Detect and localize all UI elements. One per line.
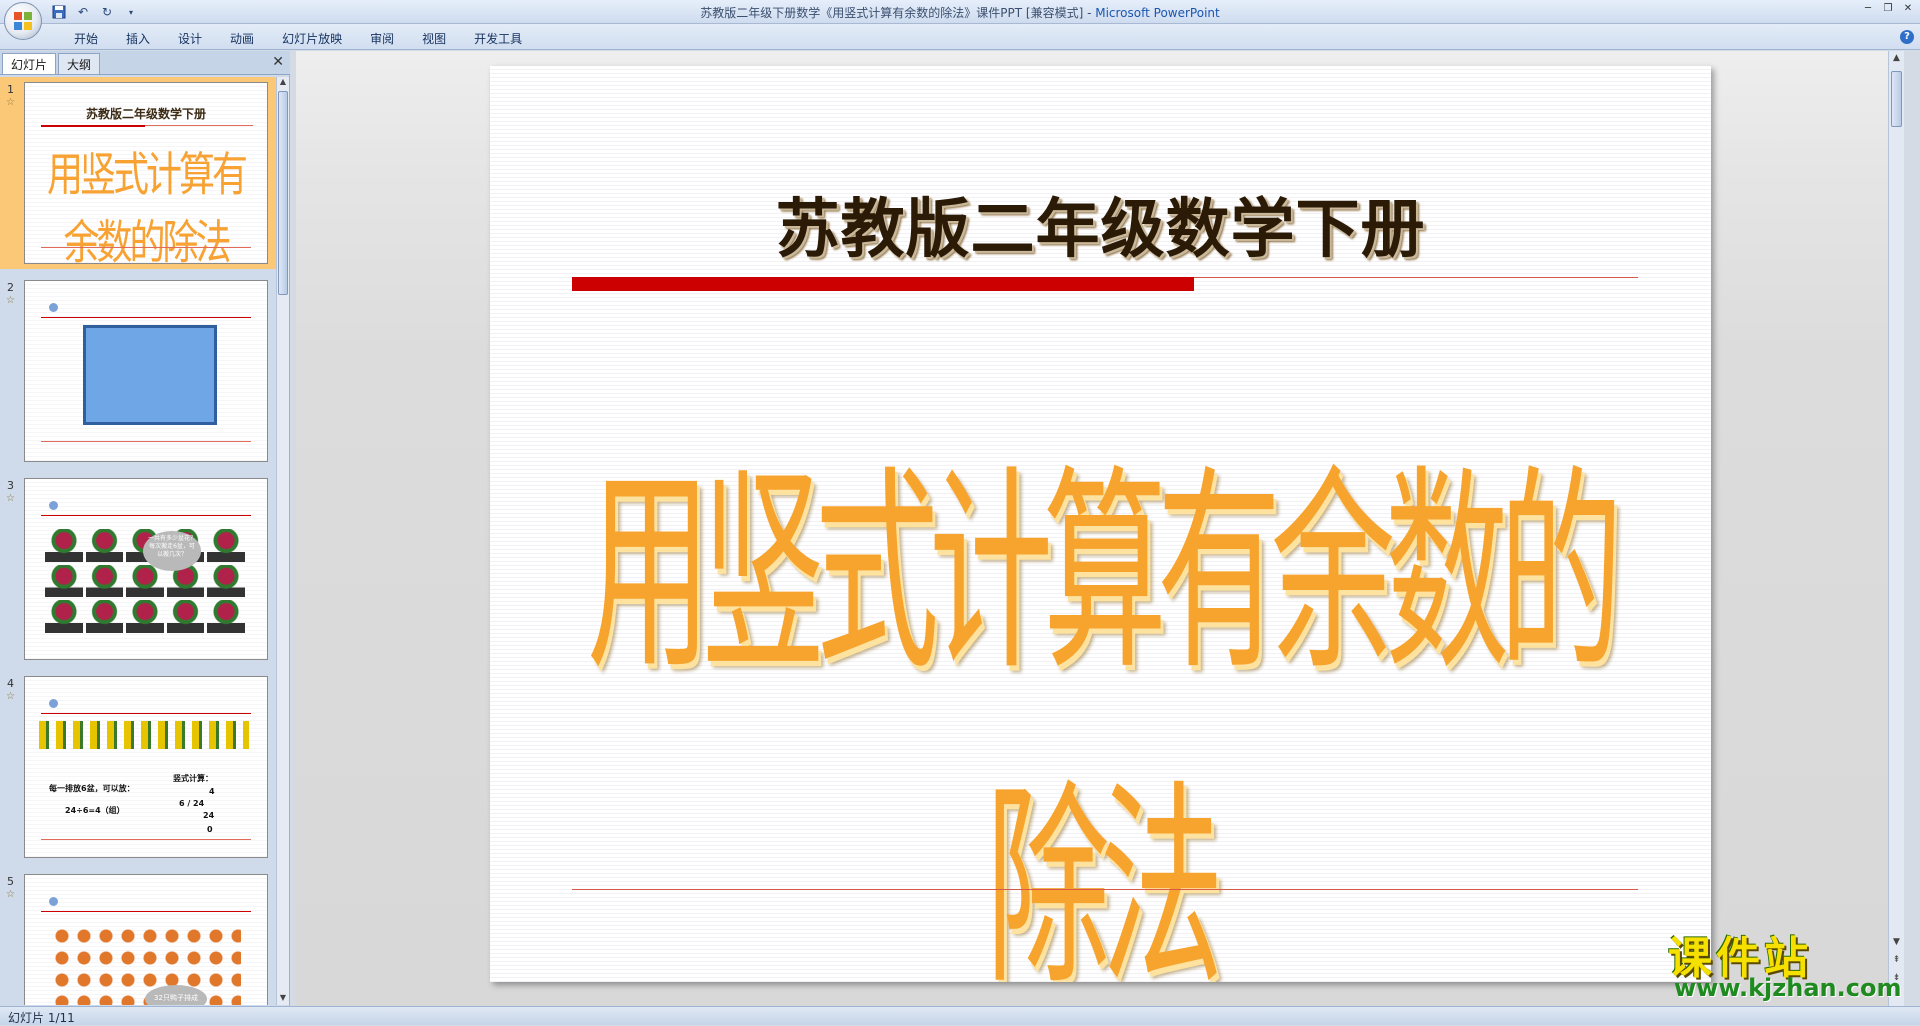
office-logo-icon [14,12,32,30]
divider [41,713,251,714]
thumbnail-text: 4 [209,787,215,796]
thumbnail-scrollbar[interactable]: ▲ ▼ [276,77,289,1005]
slide-main-heading[interactable]: 用竖式计算有余数的除法 [585,396,1623,983]
restore-icon[interactable]: ❐ [1880,2,1896,16]
tab-animations[interactable]: 动画 [216,28,268,49]
slide-thumbnail-2[interactable] [24,280,268,462]
status-bar: 幻灯片 1/11 [0,1006,1920,1025]
divider [41,441,251,442]
blue-board-image [83,325,217,425]
bottom-divider [572,889,1638,890]
thumbnail-title: 苏教版二年级数学下册 [85,107,206,121]
slide-title[interactable]: 苏教版二年级数学下册 [490,178,1711,270]
window-title-app: Microsoft PowerPoint [1095,6,1220,20]
window-title-text: 苏教版二年级下册数学《用竖式计算有余数的除法》课件PPT [兼容模式] - [700,6,1096,20]
help-icon[interactable]: ? [1900,30,1914,44]
thumbnail-heading-icon [49,699,61,708]
minimize-icon[interactable]: ─ [1860,2,1876,16]
slide-thumbnail-5[interactable]: 32只鸭子排成 [24,874,268,1005]
close-icon[interactable]: ✕ [272,54,284,70]
thumbnail-row-5[interactable]: 5 ☆ 32只鸭子排成 [0,869,276,1005]
thumbnail-number: 3 [7,479,14,492]
thumbnail-text: 0 [207,825,213,834]
divider [41,247,251,248]
slide-scrollbar[interactable]: ▲ ▼ ⇞ ⇟ [1888,51,1904,1006]
scroll-thumb[interactable] [278,91,288,295]
thumbnail-row-2[interactable]: 2 ☆ [0,275,276,467]
slide-thumbnail-3[interactable]: 一共有多少盆花？每次搬走6盆，可以搬几次？ [24,478,268,660]
tab-home[interactable]: 开始 [60,28,112,49]
title-red-bar [572,277,1194,291]
tab-view[interactable]: 视图 [408,28,460,49]
divider [41,317,251,318]
thumbnail-heading-icon [49,501,61,510]
thumbnail-heading: 用竖式计算有余数的除法 [46,149,248,264]
thumbnail-number: 4 [7,677,14,690]
scroll-up-icon[interactable]: ▲ [1891,53,1902,63]
divider [41,125,145,127]
pane-tabs: 幻灯片 大纲 ✕ [0,51,290,75]
thumbnail-row-4[interactable]: 4 ☆ 每一排放6盆，可以放： 24÷6=4（组） 竖式计算： 4 6 / 24… [0,671,276,863]
slide-counter: 幻灯片 1/11 [8,1011,75,1025]
tab-slideshow[interactable]: 幻灯片放映 [268,28,356,49]
tab-review[interactable]: 审阅 [356,28,408,49]
tab-slides[interactable]: 幻灯片 [2,53,57,74]
watermark-url: www.kjzhan.com [1674,974,1902,1002]
thumbnail-text: 竖式计算： [173,774,213,783]
slide-editor: 苏教版二年级数学下册 用竖式计算有余数的除法 ▲ ▼ ⇞ ⇟ [296,51,1904,1006]
ribbon-tabs: 开始 插入 设计 动画 幻灯片放映 审阅 视图 开发工具 [60,28,536,49]
tab-insert[interactable]: 插入 [112,28,164,49]
bubble-text: 一共有多少盆花？每次搬走6盆，可以搬几次？ [147,535,196,558]
thumbnail-heading-icon [49,897,61,906]
animation-star-icon: ☆ [6,493,15,504]
animation-star-icon: ☆ [6,691,15,702]
thumbnail-text: 每一排放6盆，可以放： [49,784,135,793]
tab-design[interactable]: 设计 [164,28,216,49]
thumbnail-number: 2 [7,281,14,294]
watermark-logo: 课件站 www.kjzhan.com [1668,922,1908,1002]
thumbnail-heading-icon [49,303,61,312]
animation-star-icon: ☆ [6,295,15,306]
animation-star-icon: ☆ [6,889,15,900]
thumbnail-number: 5 [7,875,14,888]
speech-bubble: 32只鸭子排成 [145,985,207,1005]
tab-developer[interactable]: 开发工具 [460,28,536,49]
slide-thumbnails: 1 ☆ 苏教版二年级数学下册 用竖式计算有余数的除法 2 ☆ 3 ☆ 一共有多少… [0,77,276,1005]
slides-pane: 幻灯片 大纲 ✕ 1 ☆ 苏教版二年级数学下册 用竖式计算有余数的除法 2 ☆ [0,51,290,1006]
office-button[interactable] [4,2,42,40]
tab-outline[interactable]: 大纲 [58,53,101,74]
divider [41,839,251,840]
speech-bubble: 一共有多少盆花？每次搬走6盆，可以搬几次？ [143,531,201,571]
scroll-up-icon[interactable]: ▲ [278,77,288,89]
thumbnail-row-1[interactable]: 1 ☆ 苏教版二年级数学下册 用竖式计算有余数的除法 [0,77,276,269]
thumbnail-text: 24 [203,811,215,820]
close-icon[interactable]: ✕ [1900,2,1916,16]
thumbnail-row-3[interactable]: 3 ☆ 一共有多少盆花？每次搬走6盆，可以搬几次？ [0,473,276,665]
slide-thumbnail-4[interactable]: 每一排放6盆，可以放： 24÷6=4（组） 竖式计算： 4 6 / 24 24 … [24,676,268,858]
scroll-down-icon[interactable]: ▼ [278,993,288,1005]
divider [41,911,251,912]
slide-thumbnail-1[interactable]: 苏教版二年级数学下册 用竖式计算有余数的除法 [24,82,268,264]
title-bar: ↶ ↻ ▾ 苏教版二年级下册数学《用竖式计算有余数的除法》课件PPT [兼容模式… [0,0,1920,24]
thumbnail-text: 6 / 24 [179,799,205,808]
ribbon: 开始 插入 设计 动画 幻灯片放映 审阅 视图 开发工具 ? [0,24,1920,50]
window-title: 苏教版二年级下册数学《用竖式计算有余数的除法》课件PPT [兼容模式] - Mi… [0,4,1920,21]
bubble-text: 32只鸭子排成 [154,994,198,1002]
window-controls: ─ ❐ ✕ [1860,2,1916,16]
scroll-thumb[interactable] [1891,71,1902,127]
current-slide[interactable]: 苏教版二年级数学下册 用竖式计算有余数的除法 [490,66,1711,982]
thumbnail-text: 24÷6=4（组） [65,806,125,815]
yellow-flowers-image [39,721,249,749]
animation-star-icon: ☆ [6,97,15,108]
thumbnail-number: 1 [7,83,14,96]
divider [41,515,251,516]
